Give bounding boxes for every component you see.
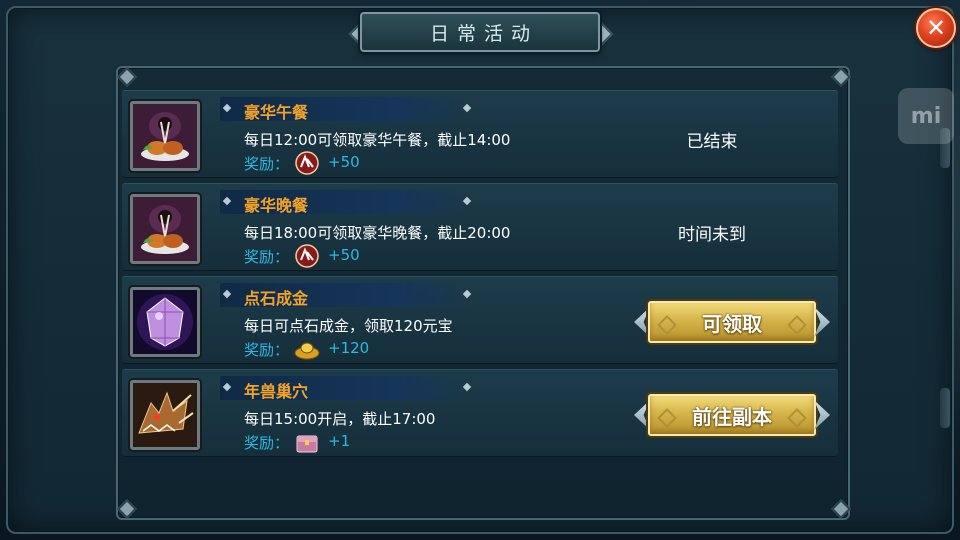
button-ornament xyxy=(787,315,807,335)
reward-value: +50 xyxy=(328,153,360,171)
activity-row-lunch: 豪华午餐 每日12:00可领取豪华午餐，截止14:00 奖励： +50 已结束 xyxy=(122,90,838,178)
go-to-dungeon-button[interactable]: 前往副本 xyxy=(634,390,830,440)
activity-name: 年兽巢穴 xyxy=(244,382,309,401)
reward-label: 奖励： xyxy=(244,155,290,173)
reward-value: +50 xyxy=(328,246,360,264)
reward-value: +120 xyxy=(328,339,370,357)
button-cap-right xyxy=(814,400,830,430)
activity-name: 点石成金 xyxy=(244,289,309,308)
activity-row-beast-lair: 年兽巢穴 每日15:00开启，截止17:00 奖励： +1 前往副本 xyxy=(122,369,838,457)
gold-ingot-icon xyxy=(294,337,320,361)
activity-status: 时间未到 xyxy=(678,225,746,245)
close-button[interactable]: ✕ xyxy=(916,8,956,48)
button-cap-right xyxy=(814,307,830,337)
treasure-box-icon xyxy=(294,430,320,454)
button-ornament xyxy=(657,408,677,428)
stamina-icon xyxy=(294,151,320,175)
activity-description: 每日12:00可领取豪华午餐，截止14:00 xyxy=(244,131,511,149)
mi-badge[interactable]: mi xyxy=(898,88,954,144)
reward-label: 奖励： xyxy=(244,341,290,359)
activity-row-alchemy: 点石成金 每日可点石成金，领取120元宝 奖励： +120 可领取 xyxy=(122,276,838,364)
activity-row-dinner: 豪华晚餐 每日18:00可领取豪华晚餐，截止20:00 奖励： +50 时间未到 xyxy=(122,183,838,271)
claim-button[interactable]: 可领取 xyxy=(634,297,830,347)
button-plate: 前往副本 xyxy=(648,394,816,436)
activity-name: 豪华午餐 xyxy=(244,103,309,122)
activity-description: 每日18:00可领取豪华晚餐，截止20:00 xyxy=(244,224,511,242)
dialog-title: 日常活动 xyxy=(429,22,538,45)
activity-description: 每日15:00开启，截止17:00 xyxy=(244,410,436,428)
close-icon: ✕ xyxy=(925,14,947,42)
stamina-icon xyxy=(294,244,320,268)
activity-status: 已结束 xyxy=(686,132,738,152)
reward-label: 奖励： xyxy=(244,248,290,266)
frame-knob xyxy=(940,388,950,428)
button-ornament xyxy=(787,408,807,428)
reward-value: +1 xyxy=(328,432,351,450)
activity-name: 豪华晚餐 xyxy=(244,196,309,215)
button-plate: 可领取 xyxy=(648,301,816,343)
dragon-beast-icon xyxy=(130,380,200,450)
activity-description: 每日可点石成金，领取120元宝 xyxy=(244,317,453,335)
title-plate: 日常活动 xyxy=(360,12,600,52)
feast-icon xyxy=(130,101,200,171)
button-ornament xyxy=(657,315,677,335)
claim-button-label: 可领取 xyxy=(702,311,762,336)
purple-gem-icon xyxy=(130,287,200,357)
mi-badge-label: mi xyxy=(910,103,942,129)
reward-label: 奖励： xyxy=(244,434,290,452)
go-to-dungeon-label: 前往副本 xyxy=(692,404,772,429)
feast-icon xyxy=(130,194,200,264)
